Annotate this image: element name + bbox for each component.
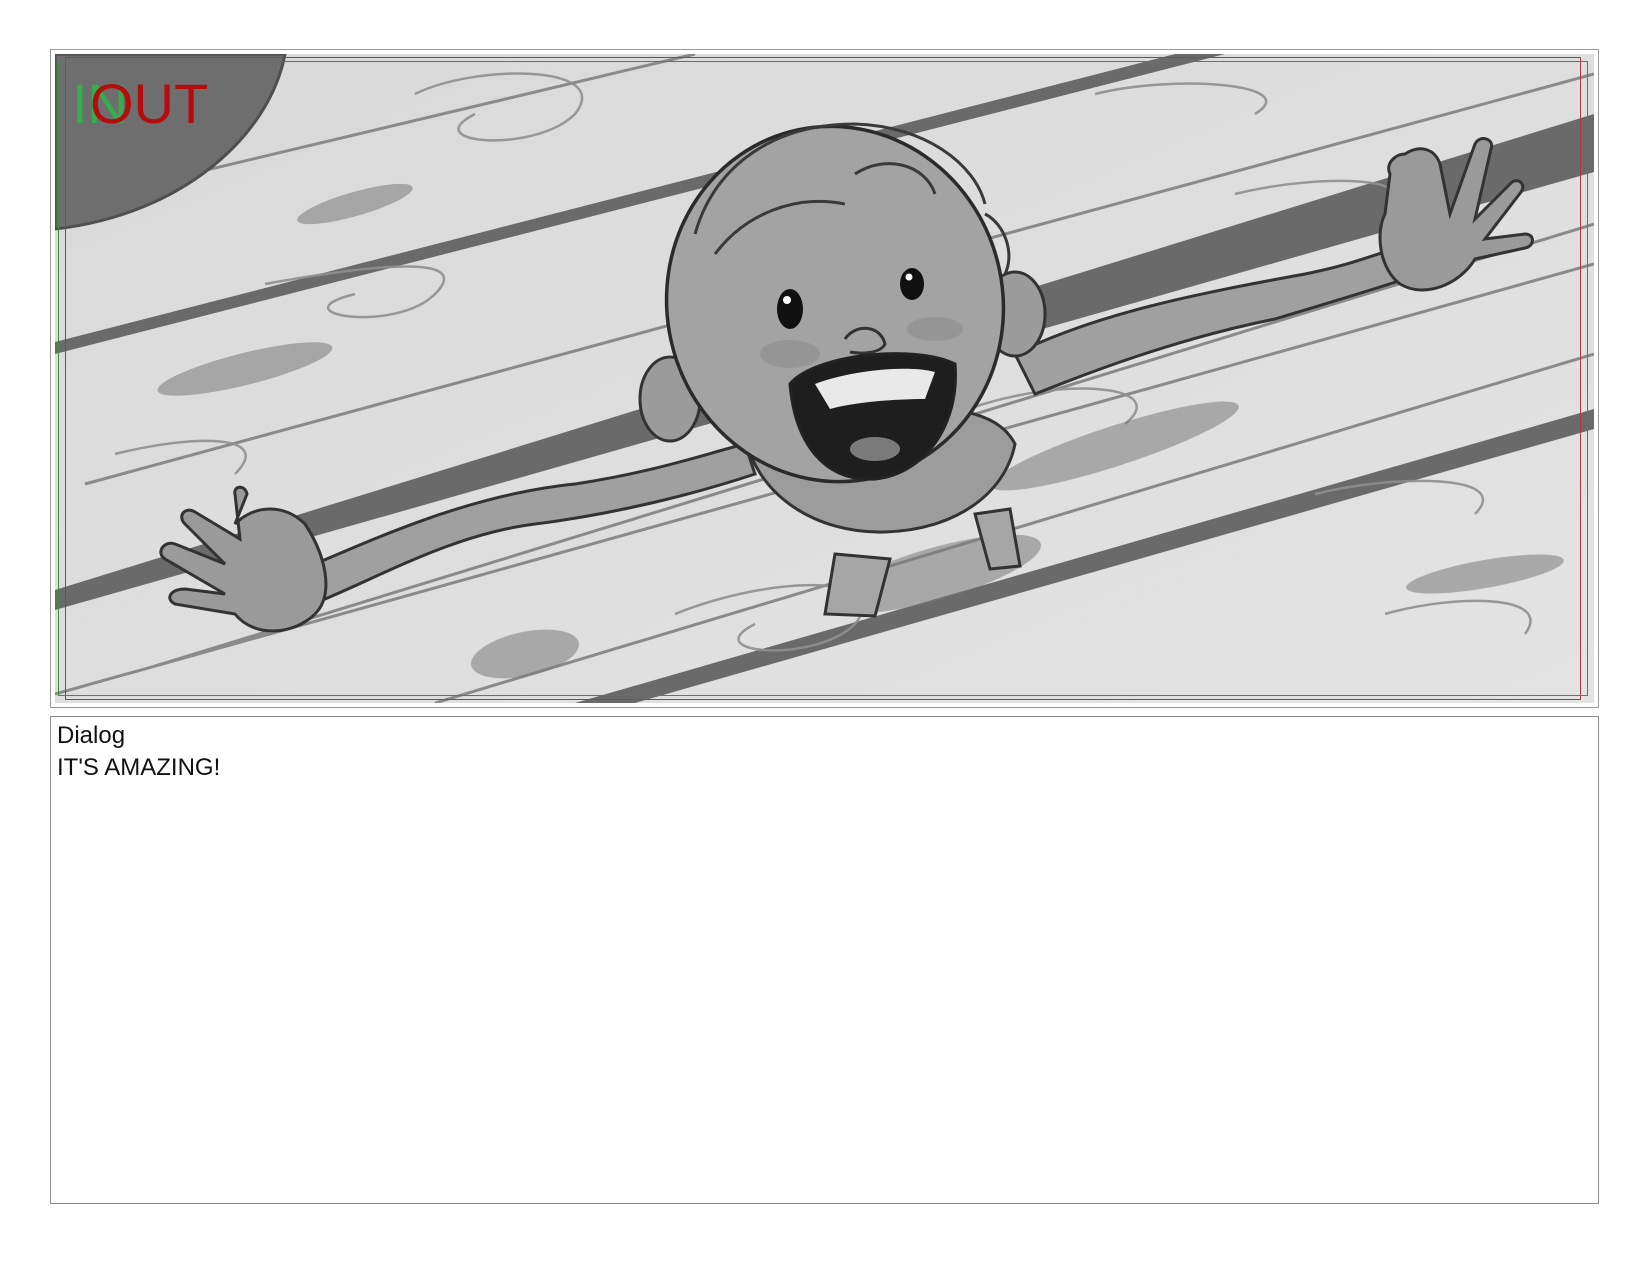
- storyboard-sketch-image: [55, 54, 1594, 703]
- dialog-text: IT'S AMAZING!: [57, 754, 221, 781]
- out-marker-label: OUT: [90, 72, 209, 135]
- storyboard-panel: IN OUT: [50, 49, 1599, 708]
- dialog-heading: Dialog: [57, 722, 126, 749]
- dialog-box: Dialog IT'S AMAZING!: [50, 716, 1599, 1204]
